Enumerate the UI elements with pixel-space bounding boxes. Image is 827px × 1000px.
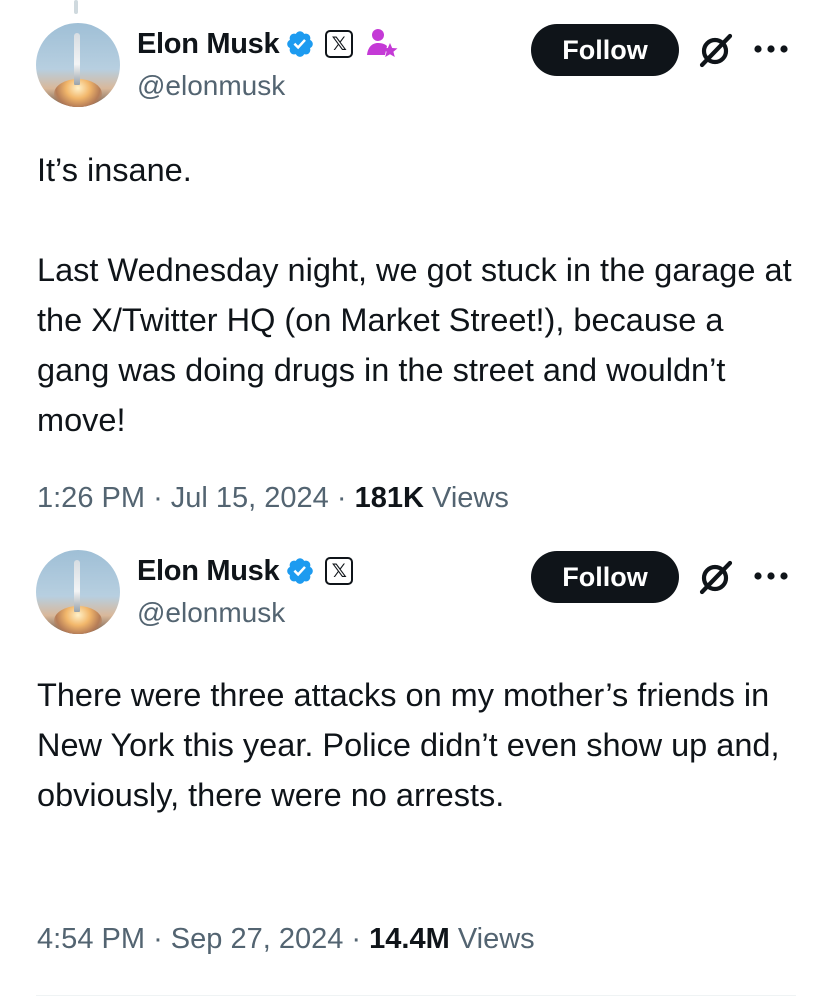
author-name-row: Elon Musk 𝕏 [137,26,399,62]
verified-badge-icon[interactable] [285,556,315,586]
author-display-name[interactable]: Elon Musk [137,28,280,61]
author-avatar[interactable] [36,23,120,107]
avatar-rocket [74,560,80,612]
meta-separator: · [351,923,362,955]
grok-icon[interactable] [696,557,736,597]
tweet-date[interactable]: Sep 27, 2024 [171,923,344,955]
author-handle[interactable]: @elonmusk [137,597,285,629]
avatar-rocket [74,33,80,85]
tweet-date[interactable]: Jul 15, 2024 [171,482,329,514]
verified-badge-icon[interactable] [285,29,315,59]
x-logo-icon[interactable]: 𝕏 [325,557,354,585]
more-options-icon[interactable] [752,43,790,55]
tweet-time[interactable]: 4:54 PM [37,923,145,955]
author-handle[interactable]: @elonmusk [137,70,285,102]
author-display-name[interactable]: Elon Musk [137,555,280,588]
views-label: Views [432,482,509,514]
affiliate-person-star-icon[interactable] [365,27,399,61]
author-avatar[interactable] [36,550,120,634]
grok-icon[interactable] [696,30,736,70]
follow-button[interactable]: Follow [531,24,679,76]
author-name-row: Elon Musk 𝕏 [137,553,354,589]
tweet-meta: 1:26 PM · Jul 15, 2024 · 181K Views [37,482,509,515]
x-logo-icon[interactable]: 𝕏 [325,30,354,58]
tweet-meta: 4:54 PM · Sep 27, 2024 · 14.4M Views [37,923,535,956]
views-count: 14.4M [369,923,450,955]
meta-separator: · [153,482,163,514]
tweet-text: It’s insane. Last Wednesday night, we go… [37,152,792,438]
follow-button[interactable]: Follow [531,551,679,603]
more-options-icon[interactable] [752,570,790,582]
views-count: 181K [354,482,424,514]
meta-separator: · [153,923,163,955]
views-label: Views [457,923,535,955]
meta-separator: · [336,482,347,514]
tweet-text: There were three attacks on my mother’s … [37,677,780,813]
tweet-time[interactable]: 1:26 PM [37,482,145,514]
bottom-divider [36,995,796,996]
thread-connector-line [74,0,78,14]
